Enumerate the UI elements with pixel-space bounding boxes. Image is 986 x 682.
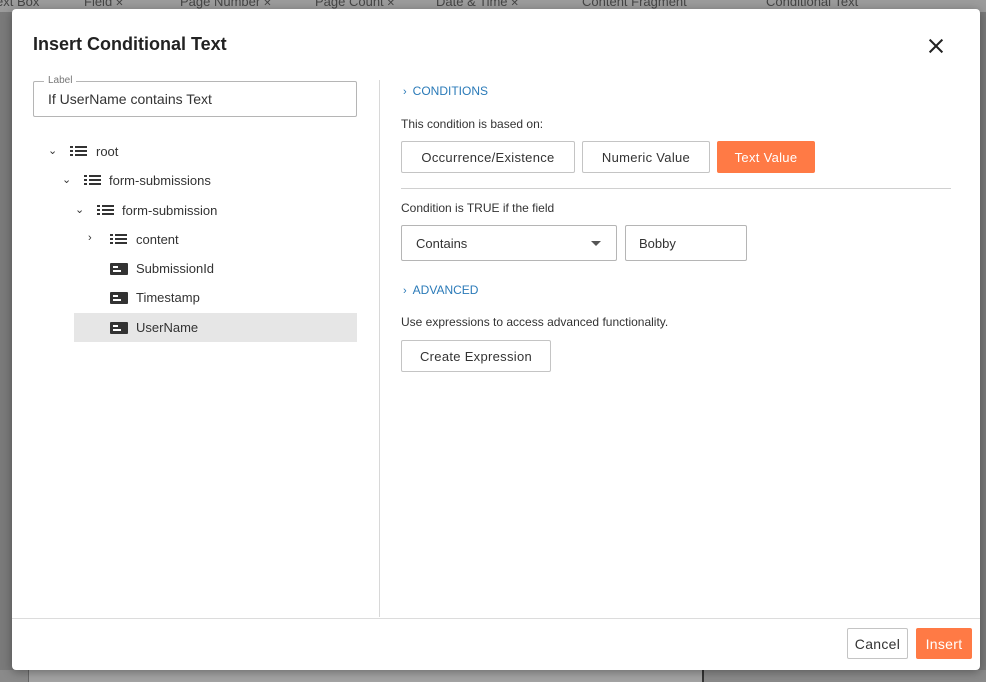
footer-divider bbox=[12, 618, 980, 619]
tree-item-label: Timestamp bbox=[136, 290, 200, 305]
condition-value-text: Bobby bbox=[639, 236, 676, 251]
dialog-title: Insert Conditional Text bbox=[33, 34, 227, 54]
insert-conditional-text-dialog: Insert Conditional Text Label If UserNam… bbox=[12, 9, 980, 670]
tree-item-username[interactable]: UserName bbox=[74, 313, 357, 342]
tree-item-form-submission[interactable]: ⌄ form-submission bbox=[73, 197, 363, 225]
label-input[interactable]: If UserName contains Text bbox=[48, 91, 212, 107]
field-icon bbox=[110, 263, 128, 275]
section-divider bbox=[401, 188, 951, 189]
chevron-down-icon[interactable]: ⌄ bbox=[48, 144, 57, 157]
pane-divider bbox=[379, 80, 380, 617]
close-icon: ✕ bbox=[386, 0, 396, 9]
chevron-down-icon[interactable]: ⌄ bbox=[62, 173, 71, 186]
occurrence-existence-button[interactable]: Occurrence/Existence bbox=[401, 141, 575, 173]
bg-tab-field: Field ✕ bbox=[84, 0, 124, 9]
bg-tab-page-number: Page Number ✕ bbox=[180, 0, 272, 9]
tree-item-label: form-submissions bbox=[109, 173, 211, 188]
bg-tab-conditional-text: Conditional Text bbox=[766, 0, 859, 9]
text-value-button[interactable]: Text Value bbox=[717, 141, 815, 173]
bg-tab-text-box: ext Box bbox=[0, 0, 40, 9]
condition-true-if-text: Condition is TRUE if the field bbox=[401, 201, 555, 215]
background-page bbox=[28, 670, 704, 682]
field-icon bbox=[110, 292, 128, 304]
tree-item-root[interactable]: ⌄ root bbox=[46, 138, 346, 166]
field-icon bbox=[110, 322, 128, 334]
tree-item-form-submissions[interactable]: ⌄ form-submissions bbox=[60, 167, 360, 195]
close-icon: ✕ bbox=[115, 0, 124, 9]
chevron-right-icon: › bbox=[403, 285, 407, 297]
close-icon[interactable] bbox=[924, 34, 948, 58]
caret-down-icon bbox=[591, 241, 601, 246]
close-icon: ✕ bbox=[263, 0, 272, 9]
operator-select[interactable]: Contains bbox=[401, 225, 617, 261]
create-expression-button[interactable]: Create Expression bbox=[401, 340, 551, 372]
chevron-down-icon[interactable]: ⌄ bbox=[75, 203, 84, 216]
label-field[interactable]: Label If UserName contains Text bbox=[33, 75, 357, 117]
operator-select-value: Contains bbox=[416, 236, 468, 251]
condition-value-input[interactable]: Bobby bbox=[625, 225, 747, 261]
chevron-right-icon: › bbox=[403, 86, 407, 98]
condition-based-on-text: This condition is based on: bbox=[401, 117, 544, 131]
tree-item-label: root bbox=[96, 144, 119, 159]
chevron-right-icon[interactable]: › bbox=[88, 232, 92, 244]
advanced-section-toggle[interactable]: › ADVANCED bbox=[403, 283, 478, 297]
tree-item-label: UserName bbox=[136, 320, 199, 335]
background-canvas-edge bbox=[0, 670, 986, 682]
close-icon: ✕ bbox=[510, 0, 519, 9]
tree-item-label: form-submission bbox=[122, 203, 218, 218]
advanced-help-text: Use expressions to access advanced funct… bbox=[401, 315, 669, 329]
tree-item-label: SubmissionId bbox=[136, 261, 215, 276]
bg-tab-date-time: Date & Time ✕ bbox=[436, 0, 519, 9]
conditions-header: CONDITIONS bbox=[412, 84, 489, 98]
tree-item-submissionid[interactable]: SubmissionId bbox=[86, 255, 356, 283]
bg-tab-page-count: Page Count ✕ bbox=[315, 0, 396, 9]
numeric-value-button[interactable]: Numeric Value bbox=[582, 141, 710, 173]
conditions-section-toggle[interactable]: › CONDITIONS bbox=[403, 84, 488, 98]
cancel-button[interactable]: Cancel bbox=[847, 628, 908, 659]
tree-item-label: content bbox=[136, 232, 179, 247]
bg-tab-content-fragment: Content Fragment bbox=[582, 0, 687, 9]
tree-item-timestamp[interactable]: Timestamp bbox=[86, 284, 356, 312]
insert-button[interactable]: Insert bbox=[916, 628, 972, 659]
tree-item-content[interactable]: › content bbox=[86, 226, 356, 254]
label-field-legend: Label bbox=[44, 75, 77, 86]
advanced-header: ADVANCED bbox=[412, 283, 479, 297]
